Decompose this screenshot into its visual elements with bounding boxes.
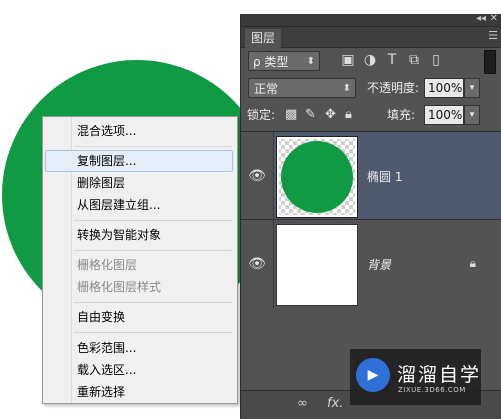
text-filter-icon[interactable]: T [383,50,401,70]
filter-toggle-switch[interactable] [484,50,496,74]
menu-item-delete-layer[interactable]: 删除图层 [45,172,233,194]
lock-row: 锁定: ▩ ✎ ✥ 🔒︎ 填充: 100% ▾ [241,105,501,127]
menu-item-rasterize-layer: 栅格化图层 [77,258,138,272]
play-logo-icon: ▶ [356,358,390,392]
menu-item-rasterize-layer-style: 栅格化图层样式 [77,280,162,294]
blend-mode-dropdown[interactable]: 正常 ⬍ [248,78,356,98]
menu-item-reselect[interactable]: 重新选择 [45,381,233,403]
opacity-input[interactable]: 100% [424,78,464,98]
collapse-icon[interactable]: ◂◂ [476,13,486,24]
blend-mode-value: 正常 [254,82,279,96]
lock-pixels-icon[interactable]: ✎ [305,105,316,125]
lock-position-icon[interactable]: ✥ [325,105,336,125]
context-menu: 混合选项... 复制图层... 删除图层 从图层建立组... 转换为智能对象 栅… [42,116,238,404]
filter-type-dropdown[interactable]: ρ 类型 ⬍ [248,51,320,71]
tab-layers[interactable]: 图层 [245,29,282,48]
menu-separator [74,146,232,147]
menu-separator [74,220,232,221]
fill-dropdown-button[interactable]: ▾ [464,105,480,125]
layer-thumbnail [276,136,358,218]
menu-item-group-from-layers[interactable]: 从图层建立组... [45,194,233,216]
panel-menu-icon[interactable]: ☰ [488,29,498,42]
layer-lock-icon: 🔒︎ [469,256,476,270]
panel-tab-row: 图层 ☰ [241,27,501,48]
fill-label: 填充: [387,108,416,122]
fill-input[interactable]: 100% [424,105,464,125]
adjustment-filter-icon[interactable]: ◑ [361,50,379,70]
menu-item-convert-smart-object[interactable]: 转换为智能对象 [45,224,233,246]
filter-row: ρ 类型 ⬍ ▣ ◑ T ⧉ ▯ [241,50,501,74]
menu-item-blending-options[interactable]: 混合选项... [45,120,233,142]
image-filter-icon[interactable]: ▣ [339,50,357,70]
menu-item-free-transform[interactable]: 自由变换 [45,306,233,328]
opacity-dropdown-button[interactable]: ▾ [464,78,480,98]
watermark-url: ZIXUE.3D66.COM [398,386,466,394]
menu-separator [74,302,232,303]
lock-transparent-icon[interactable]: ▩ [285,105,297,125]
panel-title-bar: ◂◂ ✕ [241,13,501,27]
lock-all-icon[interactable]: 🔒︎ [345,105,352,125]
menu-item-color-range[interactable]: 色彩范围... [45,337,233,359]
filter-type-value: ρ 类型 [253,55,289,69]
smart-object-filter-icon[interactable]: ▯ [427,50,445,70]
fx-icon[interactable]: fx. [327,396,343,411]
layer-name[interactable]: 椭圆 1 [367,168,402,185]
link-layers-icon[interactable]: ∞ [297,396,308,411]
shape-filter-icon[interactable]: ⧉ [405,50,423,70]
layer-thumbnail [276,224,358,306]
layer-row-ellipse[interactable]: 👁︎ 椭圆 1 [241,131,501,220]
watermark-title: 溜溜自学 [397,364,482,386]
visibility-eye-icon[interactable]: 👁︎ [241,220,274,308]
layer-row-background[interactable]: 👁︎ 背景 🔒︎ [241,219,501,308]
lock-label: 锁定: [247,108,276,122]
menu-separator [74,250,232,251]
thumbnail-ellipse [281,141,353,213]
menu-separator [74,332,232,333]
dropdown-arrow-icon: ⬍ [342,83,351,94]
visibility-eye-icon[interactable]: 👁︎ [241,132,274,220]
blend-row: 正常 ⬍ 不透明度: 100% ▾ [241,78,501,100]
layer-name[interactable]: 背景 [367,256,391,273]
dropdown-arrow-icon: ⬍ [306,56,315,67]
menu-item-load-selection[interactable]: 载入选区... [45,359,233,381]
menu-item-duplicate-layer[interactable]: 复制图层... [45,150,233,172]
close-icon[interactable]: ✕ [490,13,498,24]
opacity-label: 不透明度: [367,81,420,95]
